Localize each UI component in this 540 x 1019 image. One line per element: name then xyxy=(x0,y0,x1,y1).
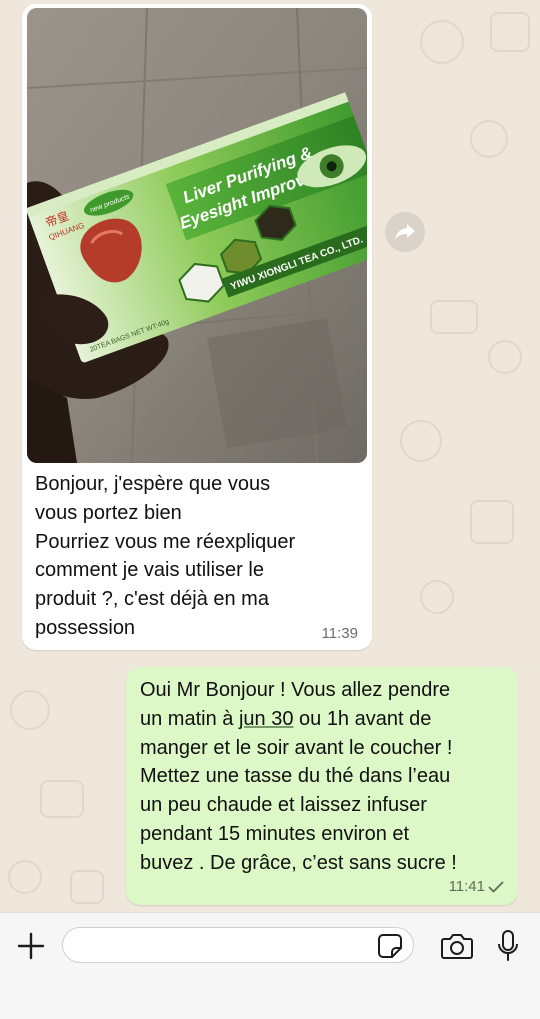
incoming-message-bubble[interactable]: Liver Purifying & Eyesight Improving Tea… xyxy=(22,4,372,650)
outgoing-text-line: un matin à xyxy=(140,707,239,730)
sticker-icon xyxy=(378,934,402,958)
incoming-text-line: comment je vais utiliser le xyxy=(35,559,264,582)
message-composer xyxy=(0,912,540,1019)
outgoing-text-line: Oui Mr Bonjour ! Vous allez pendre xyxy=(140,679,451,701)
incoming-timestamp: 11:39 xyxy=(321,625,358,642)
outgoing-text-line: un peu chaude et laissez infuser xyxy=(140,794,427,817)
microphone-icon xyxy=(498,930,518,961)
incoming-text-line: vous portez bien xyxy=(35,501,182,524)
incoming-text-line: Pourriez vous me réexpliquer xyxy=(35,530,296,553)
incoming-text-line: produit ?, c'est déjà en ma xyxy=(35,588,269,611)
single-check-icon xyxy=(488,881,504,892)
plus-icon xyxy=(17,932,45,960)
sticker-button[interactable] xyxy=(376,932,404,960)
incoming-text-line: Bonjour, j'espère que vous xyxy=(35,473,271,495)
outgoing-text-line: ou 1h avant de xyxy=(293,707,432,730)
outgoing-text-line: buvez . De grâce, c’est sans sucre ! xyxy=(140,851,457,874)
incoming-message-text: Bonjour, j'espère que vous vous portez b… xyxy=(35,470,345,643)
message-input[interactable] xyxy=(62,927,414,963)
outgoing-message-text: Oui Mr Bonjour ! Vous allez pendre un ma… xyxy=(140,676,510,878)
outgoing-text-line: pendant 15 minutes environ et xyxy=(140,822,410,845)
outgoing-timestamp: 11:41 xyxy=(448,878,485,895)
camera-button[interactable] xyxy=(438,929,476,963)
date-link[interactable]: jun 30 xyxy=(239,708,294,730)
microphone-button[interactable] xyxy=(494,927,522,965)
forward-button[interactable] xyxy=(385,212,425,252)
forward-arrow-icon xyxy=(395,224,415,240)
attach-button[interactable] xyxy=(14,929,48,963)
camera-icon xyxy=(441,934,473,959)
incoming-text-line: possession xyxy=(35,616,136,639)
outgoing-text-line: Mettez une tasse du thé dans l’eau xyxy=(140,765,451,788)
outgoing-text-line: manger et le soir avant le coucher ! xyxy=(140,736,453,759)
outgoing-message-bubble[interactable]: Oui Mr Bonjour ! Vous allez pendre un ma… xyxy=(126,667,518,905)
outgoing-meta: 11:41 xyxy=(449,878,504,895)
product-photo[interactable]: Liver Purifying & Eyesight Improving Tea… xyxy=(27,8,367,463)
